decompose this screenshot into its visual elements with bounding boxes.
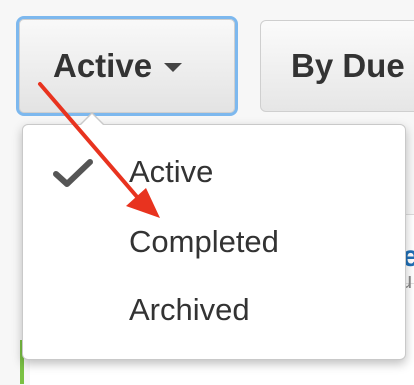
menu-item-label: Completed xyxy=(129,224,279,259)
check-icon xyxy=(53,159,93,187)
menu-item-active[interactable]: Active xyxy=(23,139,405,205)
filter-dropdown-menu: Active Completed Archived xyxy=(22,112,406,360)
menu-item-label: Archived xyxy=(129,292,250,327)
menu-item-label: Active xyxy=(129,154,214,189)
sort-button-label: By Due xyxy=(291,47,405,84)
menu-item-completed[interactable]: Completed xyxy=(23,209,405,275)
filter-dropdown-button[interactable]: Active xyxy=(16,16,238,116)
sort-button[interactable]: By Due xyxy=(260,20,414,112)
filter-button-label: Active xyxy=(53,47,153,84)
caret-down-icon xyxy=(164,62,183,72)
menu-item-archived[interactable]: Archived xyxy=(23,277,405,343)
menu-pointer-fill xyxy=(80,114,104,126)
